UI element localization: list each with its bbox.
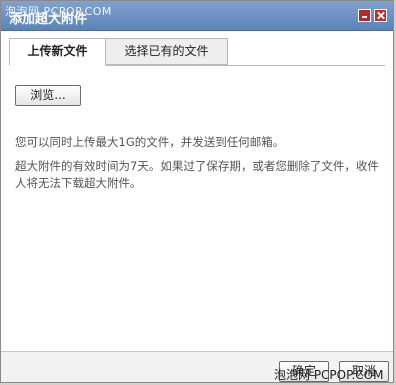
ok-button[interactable]: 确定 — [279, 361, 329, 382]
close-icon[interactable] — [374, 9, 387, 22]
title-bar[interactable]: 添加超大附件 泡泡网 PCPOP.COM — [1, 1, 393, 31]
dialog-footer: 确定 取消 — [1, 351, 393, 382]
tab-strip: 上传新文件 选择已有的文件 — [9, 38, 385, 66]
tab-choose-existing[interactable]: 选择已有的文件 — [106, 38, 228, 65]
dialog-title: 添加超大附件 — [9, 12, 88, 27]
cancel-button[interactable]: 取消 — [339, 361, 389, 382]
info-size-limit: 您可以同时上传最大1G的文件，并发送到任何邮箱。 — [15, 135, 285, 149]
attachment-dialog: 添加超大附件 泡泡网 PCPOP.COM 上传新文件 选择已有的文件 浏览...… — [0, 0, 394, 383]
info-expiry: 超大附件的有效时间为7天。如果过了保存期，或者您删除了文件，收件人将无法下载超大… — [15, 159, 379, 190]
browse-button[interactable]: 浏览... — [15, 85, 81, 106]
minimize-icon[interactable] — [358, 9, 371, 22]
tab-upload-new[interactable]: 上传新文件 — [9, 38, 106, 66]
